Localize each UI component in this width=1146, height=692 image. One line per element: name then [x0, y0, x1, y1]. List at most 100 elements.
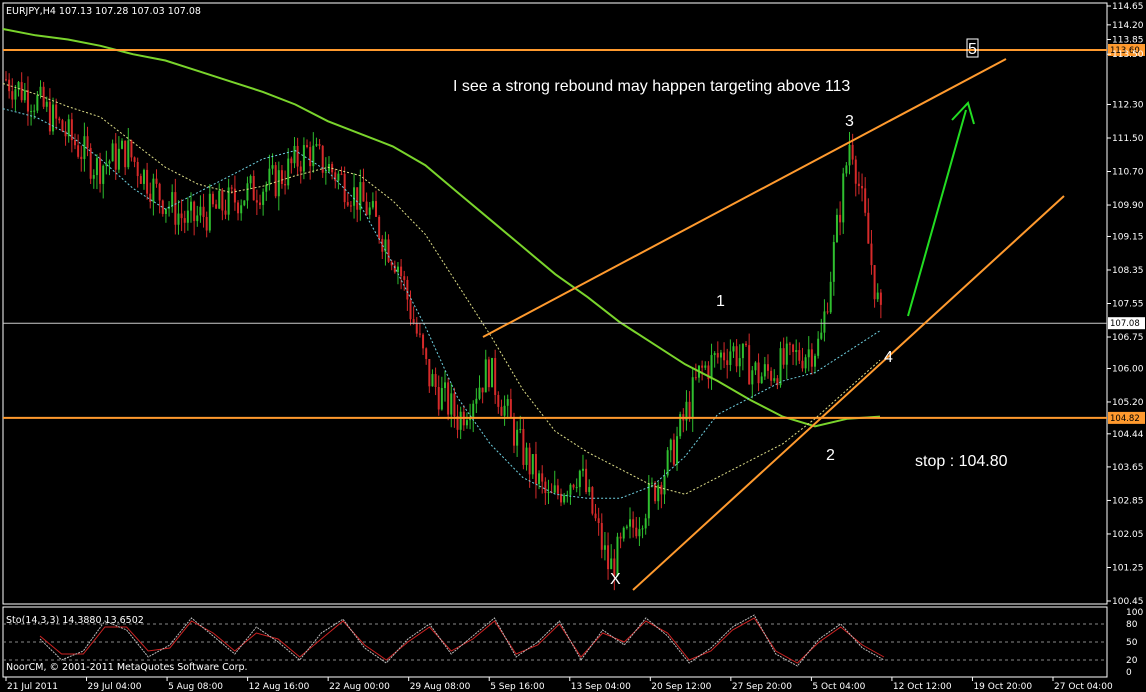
candle-body: [814, 355, 817, 367]
candle-body: [450, 393, 453, 415]
y-tick-label: 105.20: [1112, 398, 1144, 408]
candle-body: [415, 323, 418, 334]
candle-body: [766, 364, 769, 371]
candle-body: [142, 169, 145, 184]
candle-body: [396, 266, 399, 273]
y-tick-label: 100.45: [1112, 597, 1144, 607]
candle-body: [541, 473, 544, 482]
candle-body: [531, 454, 534, 475]
y-tick-label: 101.25: [1112, 563, 1144, 573]
candle-body: [848, 144, 851, 166]
candle-body: [202, 206, 205, 218]
candle-body: [387, 239, 390, 262]
candle-body: [92, 175, 95, 179]
candle-body: [817, 338, 820, 356]
candle-body: [701, 365, 704, 368]
candle-body: [149, 193, 152, 202]
trendlines: [482, 58, 1065, 591]
y-tick-label: 110.70: [1112, 168, 1144, 178]
candle-body: [365, 201, 368, 215]
candle-body: [440, 388, 443, 410]
candle-body: [594, 513, 597, 519]
x-tick-label: 20 Sep 12:00: [651, 682, 711, 692]
candle-body: [475, 398, 478, 404]
candle-body: [268, 168, 271, 185]
lower-channel-line: [632, 195, 1065, 591]
candle-body: [735, 346, 738, 367]
x-tick-label: 12 Oct 12:00: [893, 682, 952, 692]
candle-body: [309, 147, 312, 167]
candle-body: [224, 210, 227, 215]
candle-body: [487, 359, 490, 388]
candle-body: [738, 358, 741, 367]
candle-body: [412, 319, 415, 324]
candle-body: [829, 281, 832, 313]
candle-body: [121, 140, 124, 149]
candle-body: [867, 212, 870, 244]
candle-body: [610, 558, 613, 570]
candle-body: [233, 188, 236, 203]
candle-body: [588, 487, 591, 493]
candlesticks: [5, 71, 882, 591]
candle-body: [375, 201, 378, 217]
candle-body: [666, 450, 669, 476]
candle-body: [792, 344, 795, 353]
moving-averages: [2, 28, 881, 499]
candle-body: [284, 184, 287, 186]
x-tick-label: 5 Sep 16:00: [490, 682, 545, 692]
candle-body: [39, 86, 42, 96]
candle-body: [688, 401, 691, 418]
candle-body: [89, 148, 92, 179]
candle-body: [64, 131, 67, 137]
candle-body: [11, 91, 14, 100]
candle-body: [745, 343, 748, 346]
candle-body: [676, 436, 679, 465]
candle-body: [190, 201, 193, 211]
candle-body: [538, 473, 541, 485]
candle-body: [876, 292, 879, 300]
x-tick-label: 19 Oct 20:00: [973, 682, 1032, 692]
candle-body: [211, 193, 214, 205]
candle-body: [478, 387, 481, 399]
candle-body: [58, 118, 61, 121]
x-tick-label: 5 Aug 08:00: [168, 682, 223, 692]
x-tick-label: 22 Aug 00:00: [329, 682, 390, 692]
candle-body: [603, 545, 606, 550]
candle-body: [444, 382, 446, 389]
candle-body: [785, 343, 788, 365]
x-tick-label: 27 Oct 04:00: [1054, 682, 1113, 692]
wave-label-x: X: [610, 571, 621, 588]
candle-body: [459, 411, 462, 430]
candle-body: [773, 378, 776, 381]
target-arrow-shaft: [907, 109, 967, 317]
candle-body: [795, 350, 798, 353]
candle-body: [99, 158, 102, 184]
candle-body: [362, 182, 365, 202]
candle-body: [572, 484, 575, 488]
candle-body: [453, 393, 456, 417]
candle-body: [139, 176, 142, 184]
candle-body: [42, 86, 45, 107]
wave-label-1: 1: [716, 293, 725, 310]
candle-body: [748, 345, 751, 385]
y-tick-label: 114.20: [1112, 21, 1144, 31]
candle-body: [654, 482, 657, 502]
candle-body: [371, 201, 374, 208]
candle-body: [619, 536, 622, 539]
candle-body: [73, 140, 76, 146]
candle-body: [359, 182, 362, 210]
candle-body: [127, 140, 130, 168]
candle-body: [506, 399, 509, 406]
upper-channel-line: [482, 58, 1007, 338]
y-tick-label: 112.30: [1112, 100, 1144, 110]
candle-body: [528, 447, 531, 475]
candle-body: [255, 200, 258, 203]
candle-body: [481, 387, 484, 393]
candle-body: [368, 207, 371, 215]
candle-body: [315, 144, 318, 146]
candle-body: [553, 485, 556, 493]
candle-body: [258, 202, 261, 205]
candle-body: [672, 439, 675, 465]
candle-body: [61, 120, 64, 132]
candle-body: [146, 169, 149, 194]
